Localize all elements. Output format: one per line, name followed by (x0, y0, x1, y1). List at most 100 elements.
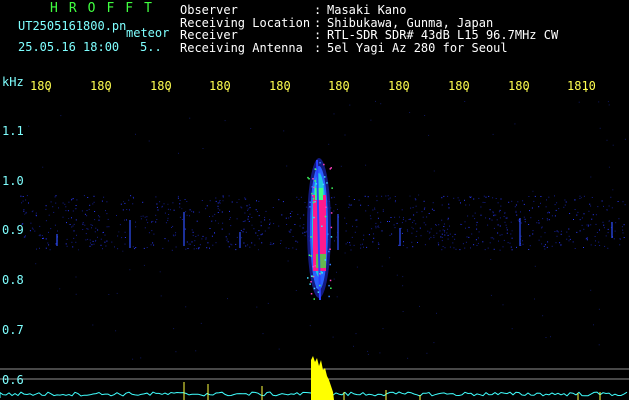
meteor-speck (323, 163, 325, 166)
noise-dot (444, 234, 446, 236)
noise-dot (588, 224, 590, 226)
noise-dot (597, 206, 599, 208)
noise-dot (84, 224, 86, 226)
noise-dot (505, 224, 507, 226)
noise-dot (594, 236, 596, 237)
noise-dot (576, 214, 578, 216)
noise-dot (92, 203, 94, 205)
noise-dot (598, 308, 600, 310)
noise-dot (589, 203, 591, 205)
noise-dot (464, 101, 466, 102)
noise-dot (428, 238, 430, 240)
noise-dot (583, 195, 585, 197)
noise-dot (358, 199, 360, 201)
noise-dot (524, 218, 526, 220)
noise-dot (468, 236, 470, 238)
noise-dot (290, 216, 292, 218)
noise-dot (499, 209, 501, 211)
noise-dot (548, 219, 550, 221)
noise-dot (335, 204, 337, 205)
noise-dot (454, 233, 456, 235)
noise-dot (580, 197, 582, 199)
noise-dot (86, 228, 88, 230)
noise-dot (498, 240, 499, 242)
noise-dot (568, 235, 570, 237)
noise-dot (415, 235, 417, 237)
noise-dot (296, 196, 298, 198)
noise-dot (560, 233, 562, 235)
noise-dot (555, 209, 557, 211)
noise-dot (381, 195, 383, 197)
noise-dot (556, 202, 558, 204)
noise-dot (83, 195, 85, 197)
noise-dot (396, 274, 398, 276)
noise-dot (187, 248, 189, 249)
noise-dot (45, 220, 47, 222)
noise-dot (192, 234, 194, 236)
noise-dot (147, 222, 149, 224)
noise-dot (280, 243, 281, 244)
meteor-speck (319, 172, 321, 174)
noise-dot (159, 201, 161, 203)
noise-dot (441, 197, 443, 199)
noise-dot (167, 219, 169, 221)
noise-dot (115, 330, 117, 332)
noise-dot (254, 244, 256, 246)
noise-dot (189, 117, 191, 119)
noise-dot (556, 230, 558, 232)
noise-dot (64, 203, 66, 205)
noise-dot (285, 217, 287, 219)
noise-dot (71, 226, 73, 228)
noise-dot (159, 271, 161, 273)
noise-dot (249, 246, 251, 248)
noise-dot (347, 241, 348, 243)
noise-dot (102, 248, 103, 250)
noise-dot (624, 138, 626, 140)
noise-dot (95, 239, 97, 241)
noise-dot (42, 166, 44, 168)
noise-dot (568, 228, 570, 230)
noise-dot (424, 115, 426, 116)
noise-dot (545, 337, 547, 338)
noise-dot (353, 244, 355, 246)
noise-dot (222, 222, 224, 224)
noise-dot (547, 241, 549, 243)
noise-dot (221, 211, 223, 213)
noise-dot (212, 244, 214, 246)
noise-dot (367, 353, 369, 355)
noise-dot (67, 210, 69, 212)
noise-dot (533, 200, 535, 202)
noise-dot (493, 227, 495, 229)
noise-dot (441, 249, 443, 251)
noise-dot (179, 206, 181, 208)
noise-dot (206, 205, 208, 207)
noise-dot (515, 204, 517, 206)
meteor-speck (327, 233, 329, 235)
noise-dot (452, 236, 454, 238)
noise-dot (73, 237, 75, 239)
noise-dot (297, 213, 299, 215)
noise-dot (586, 237, 588, 239)
noise-dot (214, 213, 216, 215)
noise-dot (268, 227, 270, 229)
info-value: Shibukawa, Gunma, Japan (327, 15, 494, 30)
noise-dot (608, 166, 610, 168)
noise-dot (538, 239, 540, 241)
noise-dot (189, 215, 190, 217)
noise-dot (94, 231, 96, 233)
noise-dot (142, 201, 144, 203)
noise-dot (153, 233, 155, 235)
noise-dot (468, 226, 470, 228)
noise-dot (217, 208, 219, 210)
noise-dot (124, 237, 126, 238)
noise-dot (35, 212, 37, 214)
noise-dot (75, 241, 77, 243)
noise-dot (75, 205, 77, 206)
noise-dot (130, 195, 132, 197)
info-separator: : (314, 3, 322, 17)
meteor-speck (311, 194, 314, 197)
noise-dot (30, 222, 32, 224)
noise-dot (444, 231, 445, 233)
noise-dot (476, 221, 478, 223)
noise-dot (95, 227, 97, 229)
